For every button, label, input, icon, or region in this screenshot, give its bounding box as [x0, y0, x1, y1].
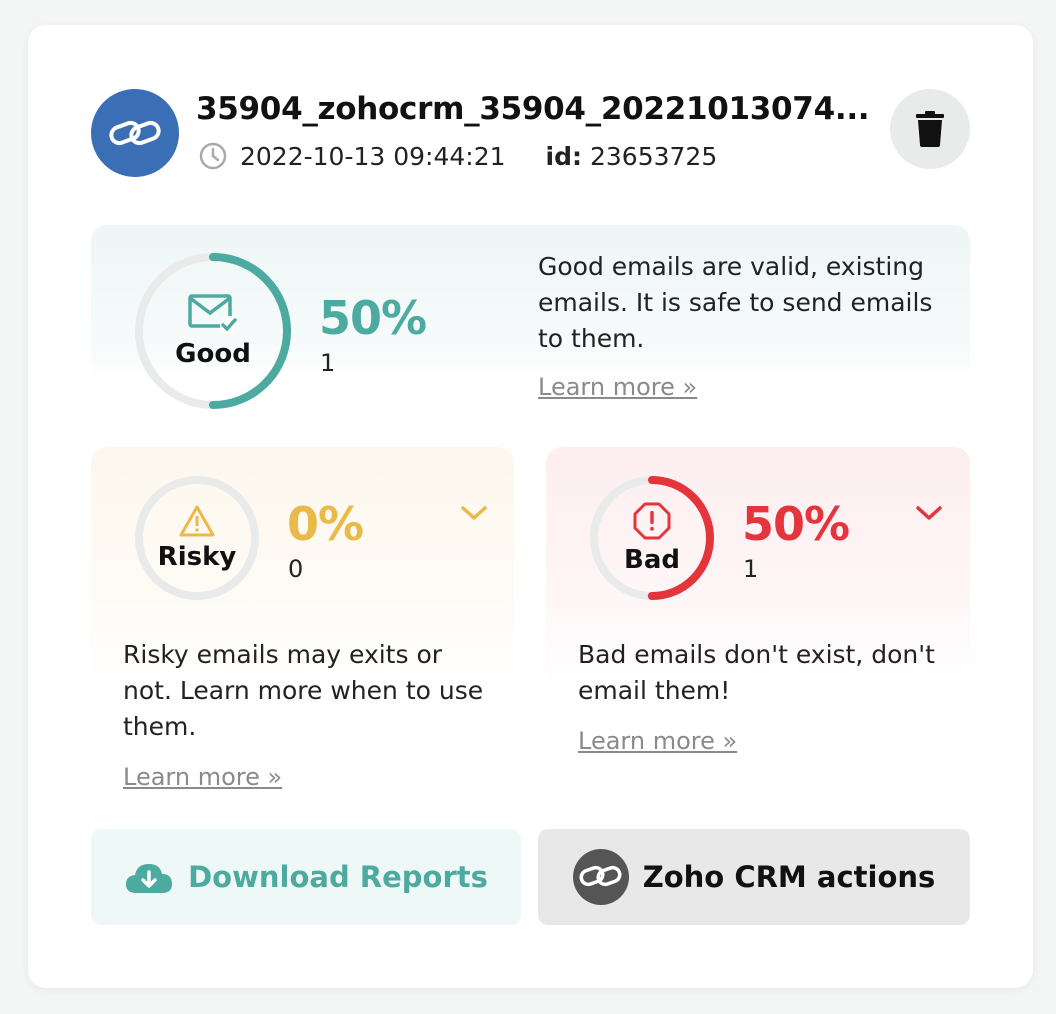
good-count: 1 [320, 349, 336, 377]
good-percent: 50% [319, 291, 427, 345]
risky-panel: Risky 0% 0 Risky emails may exits or not… [91, 447, 514, 817]
timestamp: 2022-10-13 09:44:21 [240, 141, 506, 171]
list-meta: 2022-10-13 09:44:21 id: 23653725 [198, 141, 717, 171]
good-description: Good emails are valid, existing emails. … [538, 252, 933, 353]
stop-exclamation-icon [633, 502, 671, 540]
delete-button[interactable] [890, 89, 970, 169]
envelope-check-icon [188, 294, 238, 334]
zoho-link-icon [572, 849, 629, 905]
bad-learn-more-link[interactable]: Learn more » [578, 727, 737, 755]
cloud-download-icon [124, 859, 174, 895]
bad-expand-chevron-down-icon[interactable] [915, 503, 943, 523]
good-ring: Good [133, 251, 293, 411]
list-title: 35904_zohocrm_35904_20221013074... [196, 91, 870, 127]
risky-learn-more-link[interactable]: Learn more » [123, 763, 282, 791]
risky-count: 0 [288, 555, 304, 583]
risky-description: Risky emails may exits or not. Learn mor… [123, 640, 484, 741]
bad-label: Bad [624, 545, 680, 575]
id-value: 23653725 [589, 141, 718, 171]
bad-ring: Bad [588, 474, 716, 602]
result-card: 35904_zohocrm_35904_20221013074... 2022-… [28, 25, 1033, 988]
zoho-logo-icon [91, 89, 179, 177]
risky-expand-chevron-down-icon[interactable] [460, 503, 488, 523]
warning-triangle-icon [179, 505, 215, 537]
risky-ring: Risky [133, 474, 261, 602]
bad-description: Bad emails don't exist, don't email them… [578, 640, 935, 705]
risky-label: Risky [157, 542, 237, 572]
good-learn-more-link[interactable]: Learn more » [538, 373, 697, 401]
bad-percent: 50% [742, 497, 850, 551]
trash-icon [916, 111, 944, 147]
good-panel: Good 50% 1 Good emails are valid, existi… [91, 225, 970, 435]
download-reports-button[interactable]: Download Reports [91, 829, 521, 925]
risky-percent: 0% [287, 497, 364, 551]
clock-icon [198, 141, 228, 171]
bad-panel: Bad 50% 1 Bad emails don't exist, don't … [546, 447, 970, 817]
zoho-crm-actions-button[interactable]: Zoho CRM actions [538, 829, 970, 925]
zoho-crm-actions-label: Zoho CRM actions [642, 860, 936, 894]
good-label: Good [175, 339, 251, 369]
bad-count: 1 [743, 555, 759, 583]
download-reports-label: Download Reports [188, 860, 488, 894]
id-label: id: [545, 141, 582, 171]
